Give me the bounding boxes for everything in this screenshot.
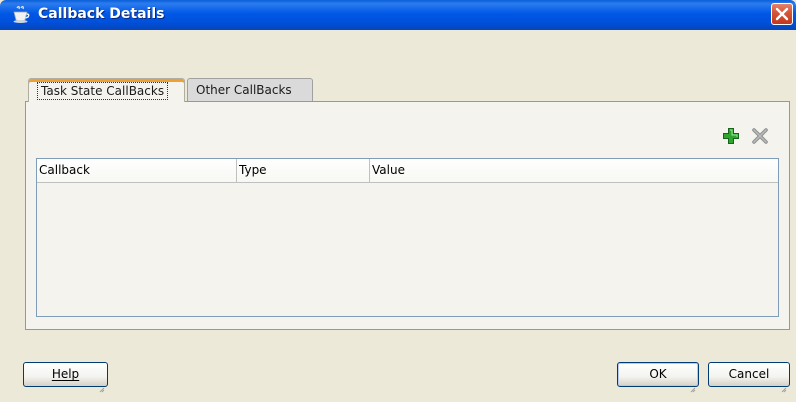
- tab-panel: Callback Type Value: [25, 101, 790, 330]
- tab-other-callbacks[interactable]: Other CallBacks: [187, 78, 313, 102]
- help-button-label: Help: [51, 367, 80, 381]
- ok-button[interactable]: OK: [617, 362, 699, 393]
- grip-icon: [781, 378, 787, 393]
- dialog-title: Callback Details: [38, 6, 165, 22]
- tab-task-state-callbacks[interactable]: Task State CallBacks: [28, 78, 185, 102]
- delete-icon[interactable]: [751, 127, 769, 145]
- tab-label: Task State CallBacks: [37, 82, 169, 100]
- cancel-button-label: Cancel: [728, 367, 770, 381]
- title-bar[interactable]: Callback Details: [0, 0, 796, 30]
- callbacks-table[interactable]: Callback Type Value: [36, 158, 779, 317]
- close-button[interactable]: [771, 3, 793, 25]
- column-header-value[interactable]: Value: [370, 159, 778, 182]
- column-header-callback[interactable]: Callback: [37, 159, 237, 182]
- table-header: Callback Type Value: [37, 159, 778, 183]
- tab-label: Other CallBacks: [196, 83, 292, 97]
- help-button[interactable]: Help: [23, 362, 108, 393]
- grip-icon: [99, 378, 105, 393]
- ok-button-label: OK: [649, 367, 667, 381]
- callback-details-dialog: Callback Details Task State CallBacks Ot…: [0, 0, 796, 402]
- add-icon[interactable]: [722, 127, 740, 145]
- jdeveloper-cup-icon: [12, 6, 32, 24]
- cancel-button[interactable]: Cancel: [708, 362, 790, 393]
- grip-icon: [690, 378, 696, 393]
- column-header-type[interactable]: Type: [237, 159, 370, 182]
